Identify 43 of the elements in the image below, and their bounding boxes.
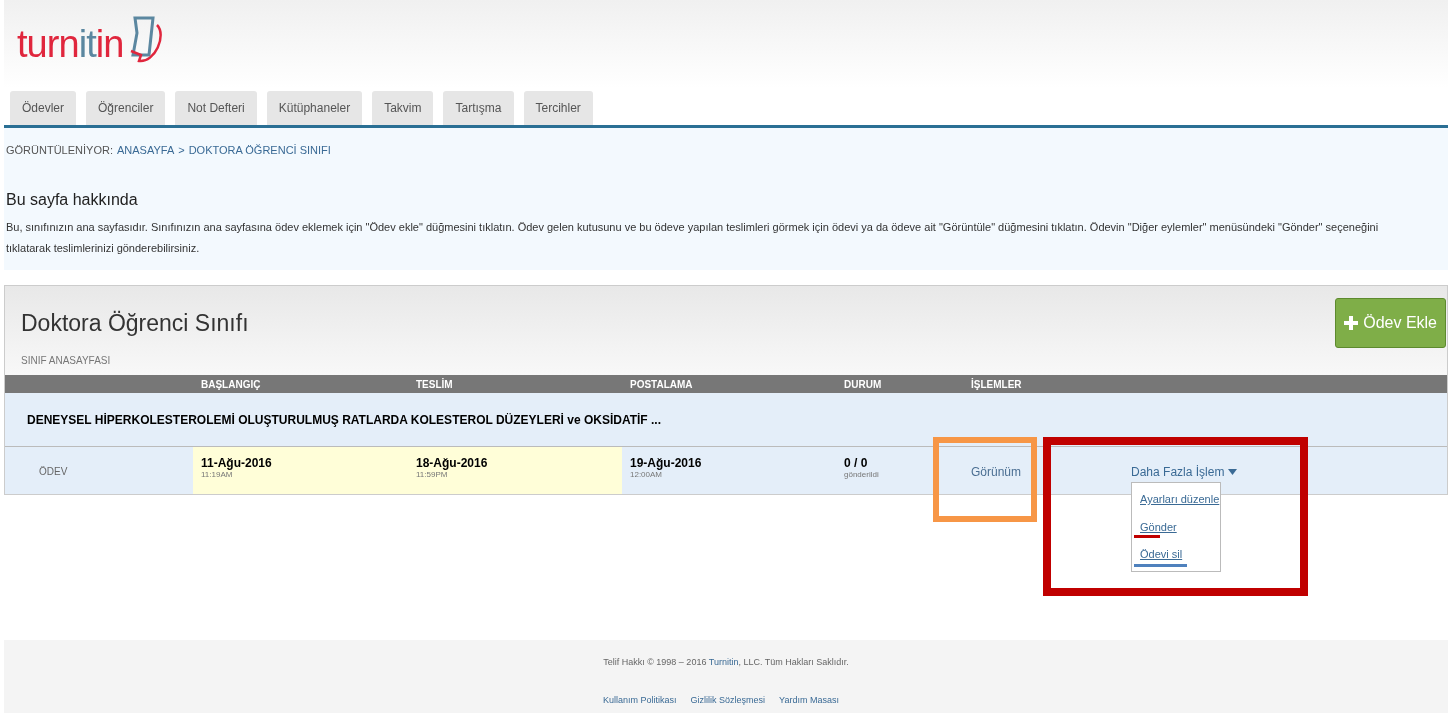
date-text: 11-Ağu-2016 [201, 457, 273, 470]
assignment-title: DENEYSEL HİPERKOLESTEROLEMİ OLUŞTURULMUŞ RATLARDA KOLESTEROL DÜZEYLERİ ve OKSİDATİF ... [5, 393, 1447, 447]
view-link[interactable]: Görünüm [971, 463, 1022, 481]
nav-tab[interactable]: Kütüphaneler [266, 91, 363, 125]
column-header: DURUM [843, 377, 883, 392]
time-text: 11:19AM [201, 470, 234, 479]
type-label: ÖDEV [38, 465, 69, 479]
menu-item[interactable]: Gönder [1140, 518, 1177, 535]
column-header: TESLİM [415, 377, 454, 392]
nav-tab[interactable]: Öğrenciler [86, 91, 166, 125]
breadcrumb-label: GÖRÜNTÜLENİYOR: [6, 143, 113, 158]
column-header: BAŞLANGIÇ [200, 377, 262, 392]
breadcrumb-link[interactable]: ANASAYFA [116, 142, 175, 159]
description-text: Bu, sınıfınızın ana sayfasıdır. Sınıfınızın ana sayfasına ödev eklemek için "Ödev ekle" düğmesini tıklatın. Ödev gelen kutusunu ve bu ödeve yapılan teslimleri görmek için ödevi ya da ödeve ait "Görüntüle" düğmesini tıklatın. Ödevin "Diğer eylemler" menüsündeki "Gönder" seçeneğini tıklatarak teslimlerinizi gönderebilirsiniz. [6, 219, 1380, 256]
nav-tab[interactable]: Tercihler [523, 91, 593, 125]
submission-count: 0 / 0 [844, 457, 869, 470]
date-text: 19-Ağu-2016 [630, 457, 703, 470]
copyright-text: Telif Hakkı © 1998 – 2016 Turnitin, LLC. Tüm Hakları Saklıdır. [603, 656, 849, 669]
breadcrumb-separator: > [178, 143, 185, 158]
logo-text-part: it [78, 23, 96, 65]
logo-text-part: in [95, 23, 124, 65]
breadcrumb-link[interactable]: DOKTORA ÖĞRENCİ SINIFI [188, 142, 331, 159]
menu-item[interactable]: Ayarları düzenle [1140, 491, 1220, 508]
plus-icon [1344, 316, 1359, 330]
column-header: POSTALAMA [629, 377, 694, 392]
class-title: Doktora Öğrenci Sınıfı [21, 309, 249, 338]
nav-tab[interactable]: Not Defteri [175, 91, 257, 125]
footer-link[interactable]: Yardım Masası [779, 693, 839, 707]
nav-tab[interactable]: Takvim [372, 91, 434, 125]
nav-tab[interactable]: Tartışma [443, 91, 514, 125]
logo-text-part: turn [17, 23, 79, 65]
status-note: gönderildi [844, 470, 880, 479]
footer-link[interactable]: Kullanım Politikası [603, 693, 677, 707]
time-text: 11:59PM [416, 470, 449, 479]
more-actions-dropdown[interactable]: Daha Fazla İşlem [1131, 463, 1238, 481]
class-subtitle: SINIF ANASAYFASI [21, 353, 112, 368]
date-text: 18-Ağu-2016 [416, 457, 489, 470]
footer-link[interactable]: Gizlilik Sözleşmesi [690, 693, 766, 707]
column-header: İŞLEMLER [970, 377, 1023, 392]
nav-tab[interactable]: Ödevler [10, 91, 77, 125]
time-text: 12:00AM [630, 470, 664, 479]
section-heading: Bu sayfa hakkında [6, 189, 139, 210]
menu-item[interactable]: Ödevi sil [1140, 546, 1183, 563]
